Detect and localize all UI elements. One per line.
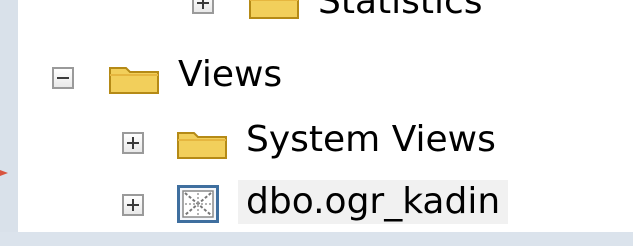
plus-expander-icon[interactable]	[192, 0, 214, 14]
tree-node-label: Statistics	[318, 0, 483, 22]
tree-node-views[interactable]: Views	[0, 53, 633, 105]
tree-node-label: Views	[178, 54, 283, 95]
plus-expander-icon[interactable]	[122, 132, 144, 154]
tree-node-label-selected: dbo.ogr_kadin	[238, 180, 509, 224]
folder-icon	[249, 0, 299, 19]
tree-node-system-views[interactable]: System Views	[0, 118, 633, 170]
tree-node-statistics[interactable]: Statistics	[0, 0, 633, 30]
tree-node-view-item[interactable]: dbo.ogr_kadin	[0, 180, 633, 232]
minus-expander-icon[interactable]	[52, 67, 74, 89]
tree-node-label: System Views	[246, 119, 496, 160]
plus-expander-icon[interactable]	[122, 194, 144, 216]
folder-icon	[177, 132, 227, 159]
bottom-scroll-strip	[0, 232, 633, 246]
folder-icon	[109, 67, 159, 94]
view-icon	[177, 185, 219, 223]
